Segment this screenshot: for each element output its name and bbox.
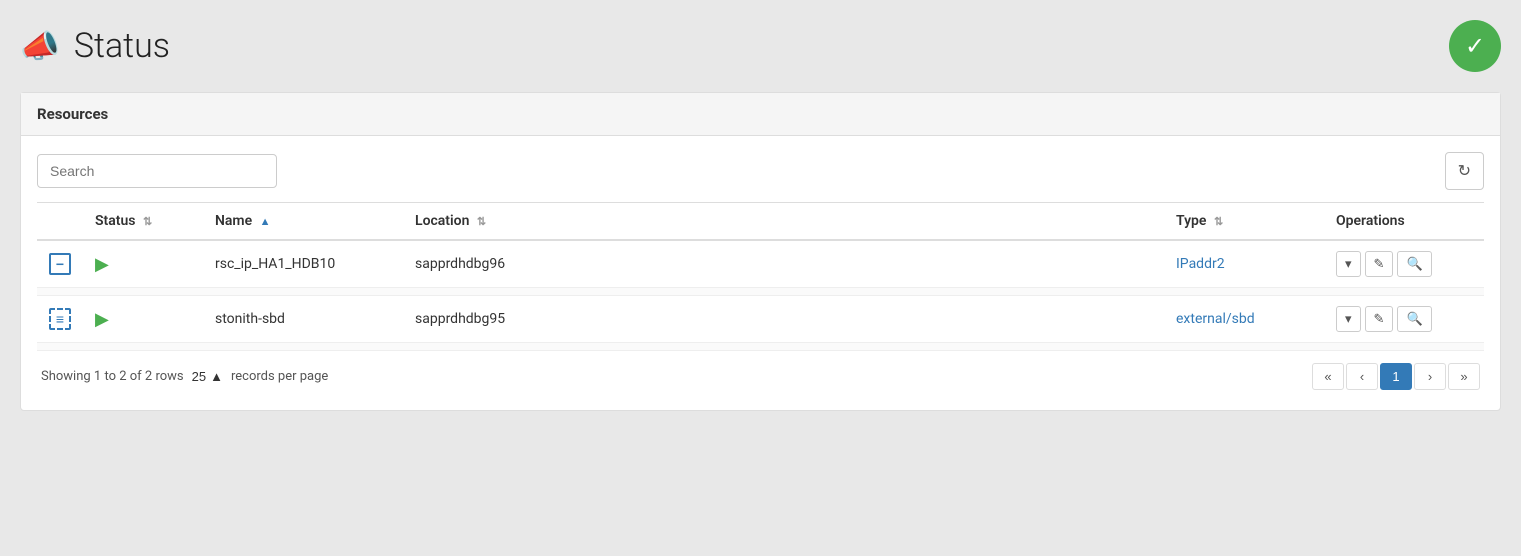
table-row: − ▶ rsc_ip_HA1_HDB10 sapprdhdbg96 IPaddr… bbox=[37, 240, 1484, 288]
ops-cell-1: ▾ ✎ 🔍 bbox=[1324, 240, 1484, 288]
col-status[interactable]: Status ⇅ bbox=[83, 203, 203, 241]
col-operations: Operations bbox=[1324, 203, 1484, 241]
col-type[interactable]: Type ⇅ bbox=[1164, 203, 1324, 241]
col-name[interactable]: Name ▲ bbox=[203, 203, 403, 241]
refresh-button[interactable]: ↻ bbox=[1445, 152, 1484, 190]
page-header: 📣 Status ✓ bbox=[20, 20, 1501, 72]
search-input[interactable] bbox=[37, 154, 277, 188]
name-cell-2: stonith-sbd bbox=[203, 296, 403, 343]
expand-button-2[interactable]: ≡ bbox=[49, 308, 71, 330]
ops-cell-2: ▾ ✎ 🔍 bbox=[1324, 296, 1484, 343]
name-sort-icon: ▲ bbox=[260, 215, 271, 228]
ops-buttons-1: ▾ ✎ 🔍 bbox=[1336, 251, 1472, 277]
type-link-1[interactable]: IPaddr2 bbox=[1176, 256, 1225, 272]
spacer-row-1 bbox=[37, 288, 1484, 296]
type-link-2[interactable]: external/sbd bbox=[1176, 311, 1255, 327]
location-cell-1: sapprdhdbg96 bbox=[403, 240, 1164, 288]
type-sort-icon: ⇅ bbox=[1214, 215, 1223, 228]
status-sort-icon: ⇅ bbox=[143, 215, 152, 228]
megaphone-icon: 📣 bbox=[20, 27, 60, 65]
status-ok-button[interactable]: ✓ bbox=[1449, 20, 1501, 72]
play-icon-2: ▶ bbox=[95, 309, 109, 330]
expand-cell-2: ≡ bbox=[37, 296, 83, 343]
location-sort-icon: ⇅ bbox=[477, 215, 486, 228]
page-last-btn[interactable]: » bbox=[1448, 363, 1480, 390]
location-cell-2: sapprdhdbg95 bbox=[403, 296, 1164, 343]
ops-dropdown-btn-1[interactable]: ▾ bbox=[1336, 251, 1361, 277]
table-footer: Showing 1 to 2 of 2 rows 25 ▲ records pe… bbox=[37, 351, 1484, 394]
page-current-btn[interactable]: 1 bbox=[1380, 363, 1412, 390]
ops-search-btn-1[interactable]: 🔍 bbox=[1397, 251, 1431, 277]
status-cell-1: ▶ bbox=[83, 240, 203, 288]
resources-table: Status ⇅ Name ▲ Location ⇅ Type ⇅ bbox=[37, 202, 1484, 351]
status-cell-2: ▶ bbox=[83, 296, 203, 343]
page-title: Status bbox=[74, 26, 170, 66]
spacer-row-2 bbox=[37, 343, 1484, 351]
play-icon-1: ▶ bbox=[95, 254, 109, 275]
ops-search-btn-2[interactable]: 🔍 bbox=[1397, 306, 1431, 332]
records-per-page-label: records per page bbox=[231, 369, 328, 384]
col-location[interactable]: Location ⇅ bbox=[403, 203, 1164, 241]
showing-text: Showing 1 to 2 of 2 rows bbox=[41, 369, 184, 384]
per-page-value: 25 bbox=[192, 369, 206, 384]
card-title: Resources bbox=[21, 93, 1500, 136]
ops-buttons-2: ▾ ✎ 🔍 bbox=[1336, 306, 1472, 332]
expand-button-1[interactable]: − bbox=[49, 253, 71, 275]
page-next-btn[interactable]: › bbox=[1414, 363, 1446, 390]
page-prev-btn[interactable]: ‹ bbox=[1346, 363, 1378, 390]
page-first-btn[interactable]: « bbox=[1312, 363, 1344, 390]
per-page-arrow: ▲ bbox=[210, 369, 223, 384]
ops-edit-btn-2[interactable]: ✎ bbox=[1365, 306, 1394, 332]
title-area: 📣 Status bbox=[20, 26, 170, 66]
toolbar: ↻ bbox=[37, 152, 1484, 190]
expand-cell-1: − bbox=[37, 240, 83, 288]
footer-left: Showing 1 to 2 of 2 rows 25 ▲ records pe… bbox=[41, 369, 328, 384]
ops-dropdown-btn-2[interactable]: ▾ bbox=[1336, 306, 1361, 332]
type-cell-1: IPaddr2 bbox=[1164, 240, 1324, 288]
ops-edit-btn-1[interactable]: ✎ bbox=[1365, 251, 1394, 277]
col-expand bbox=[37, 203, 83, 241]
resources-card: Resources ↻ Status ⇅ Name ▲ bbox=[20, 92, 1501, 411]
per-page-select[interactable]: 25 ▲ bbox=[192, 369, 223, 384]
card-body: ↻ Status ⇅ Name ▲ Location ⇅ bbox=[21, 136, 1500, 410]
table-row: ≡ ▶ stonith-sbd sapprdhdbg95 external/sb… bbox=[37, 296, 1484, 343]
type-cell-2: external/sbd bbox=[1164, 296, 1324, 343]
pagination: « ‹ 1 › » bbox=[1312, 363, 1480, 390]
name-cell-1: rsc_ip_HA1_HDB10 bbox=[203, 240, 403, 288]
table-header-row: Status ⇅ Name ▲ Location ⇅ Type ⇅ bbox=[37, 203, 1484, 241]
